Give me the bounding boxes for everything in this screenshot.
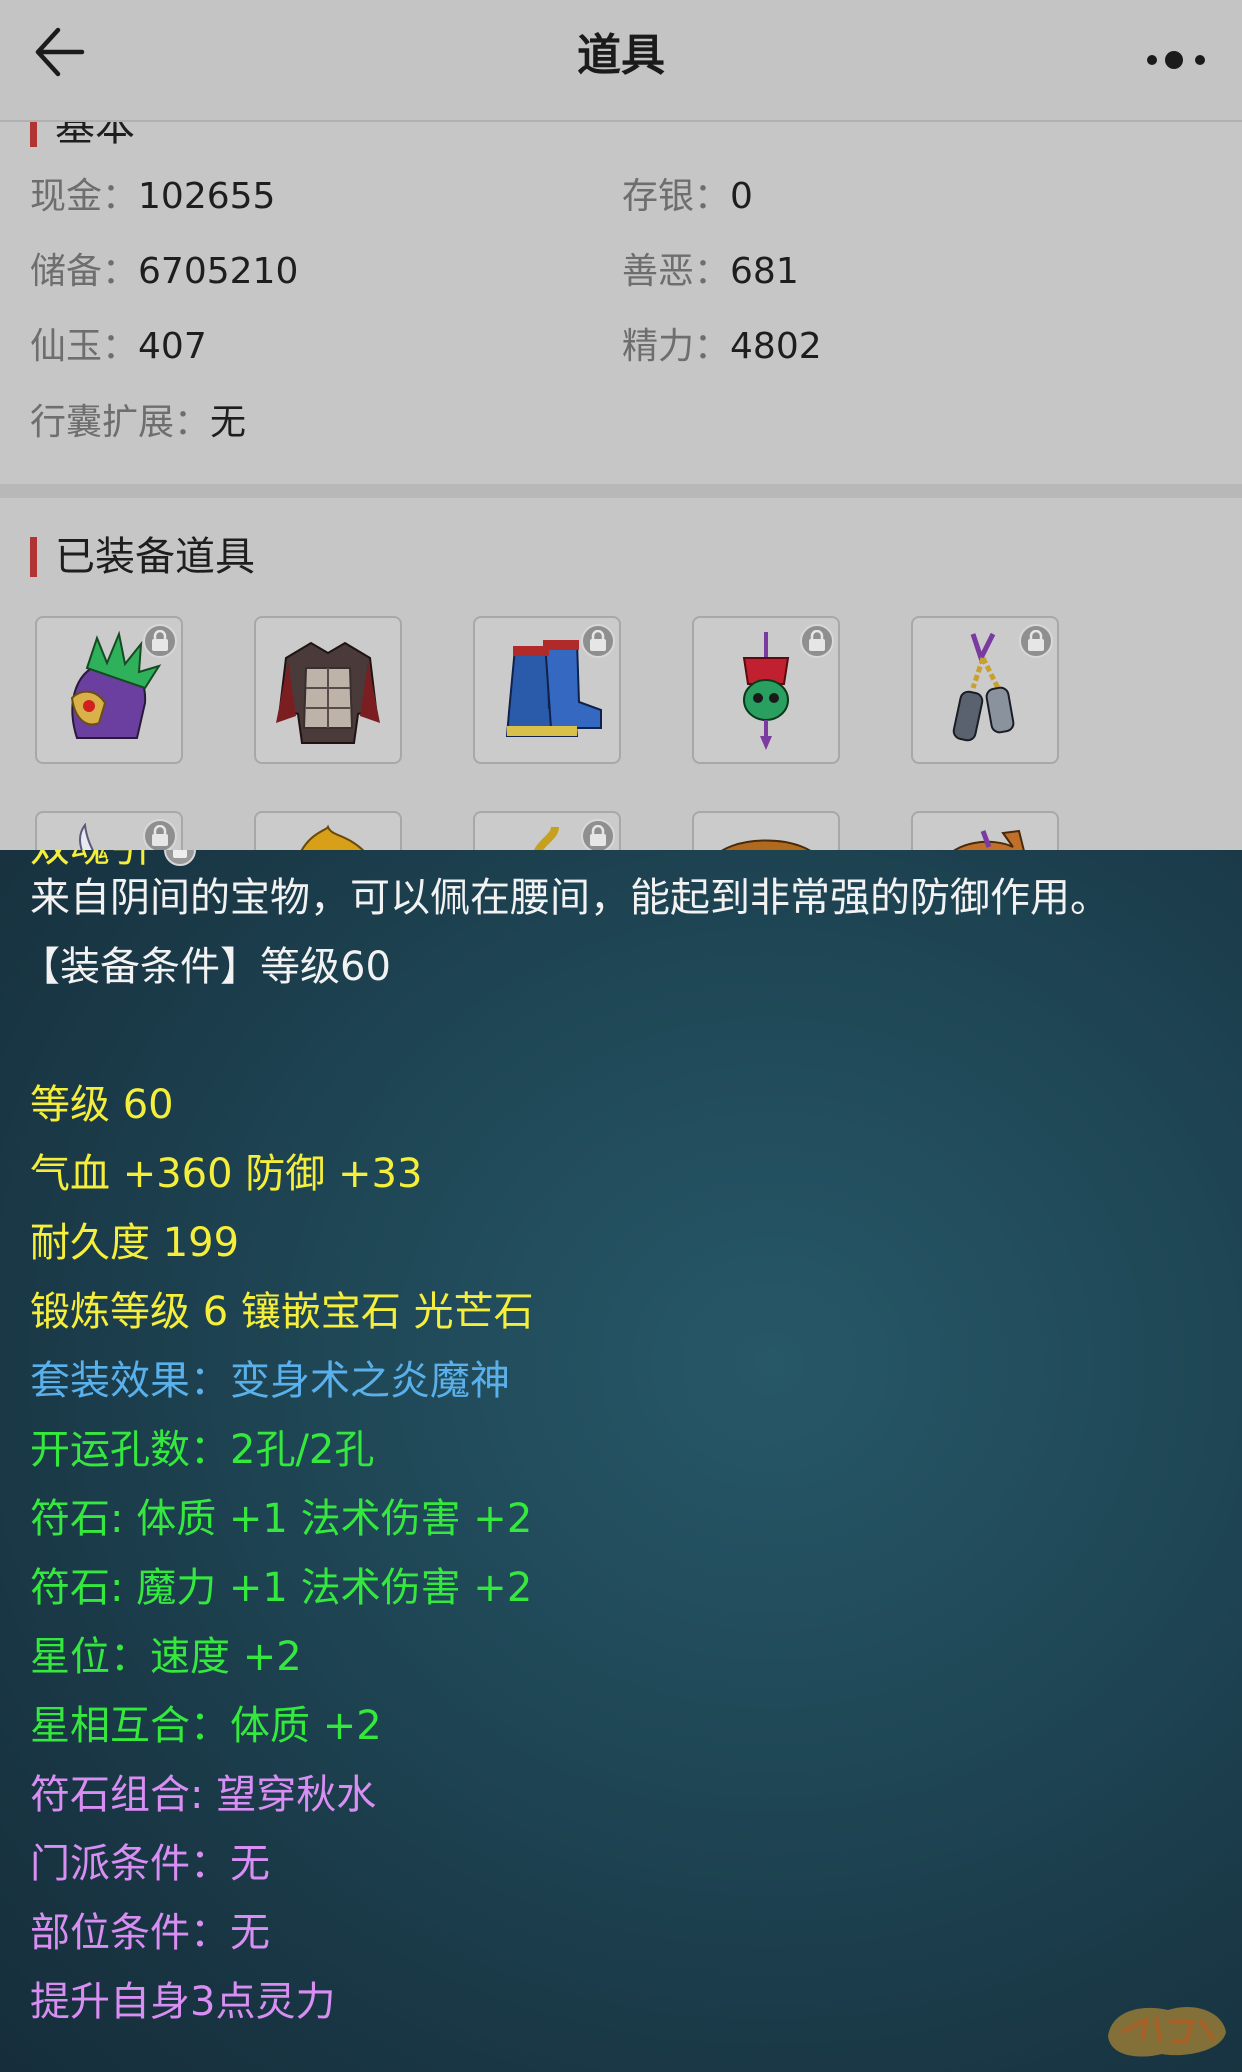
- item-rune-1: 符石: 体质 +1 法术伤害 +2: [30, 1496, 533, 1542]
- item-part-req: 部位条件：无: [30, 1910, 270, 1956]
- equip-slot-leaf[interactable]: [254, 811, 402, 850]
- field-jade: 仙玉：407: [30, 322, 207, 372]
- field-reserve: 储备：6705210: [30, 247, 298, 297]
- equipped-heading: 已装备道具: [30, 532, 255, 582]
- field-label: 现金：: [30, 176, 139, 217]
- equip-slot-armor[interactable]: [254, 616, 402, 764]
- top-nav-bar: 道具: [0, 0, 1242, 122]
- field-value: 681: [730, 251, 799, 292]
- field-value: 6705210: [138, 251, 299, 292]
- hat-icon: [721, 839, 811, 850]
- field-savings: 存银：0: [622, 172, 753, 222]
- forum-logo-watermark: [1108, 2006, 1226, 2057]
- lock-icon: [143, 819, 177, 850]
- field-cash: 现金：102655: [30, 172, 275, 222]
- equipped-items-section: 已装备道具: [0, 498, 1242, 850]
- item-tooltip-panel: 双魂引 来自阴间的宝物，可以佩在腰间，能起到非常强的防御作用。 【装备条件】等级…: [0, 850, 1242, 2072]
- item-school-req: 门派条件：无: [30, 1841, 270, 1887]
- section-divider: [0, 484, 1242, 498]
- field-value: 4802: [730, 326, 822, 367]
- equip-slot-bag[interactable]: [911, 811, 1059, 850]
- lock-icon: [581, 819, 615, 850]
- more-dots-icon: [1147, 51, 1205, 69]
- item-rune-combo: 符石组合: 望穿秋水: [30, 1772, 377, 1818]
- item-durability: 耐久度 199: [30, 1220, 240, 1266]
- equip-slot-serpent[interactable]: [473, 811, 621, 850]
- field-bag-expansion: 行囊扩展：无: [30, 398, 246, 448]
- field-value: 无: [210, 402, 247, 443]
- field-label: 行囊扩展：: [30, 402, 211, 443]
- item-forge: 锻炼等级 6 镶嵌宝石 光芒石: [30, 1289, 534, 1335]
- field-label: 善恶：: [622, 251, 731, 292]
- field-label: 存银：: [622, 176, 731, 217]
- lock-icon: [581, 624, 615, 658]
- lock-icon: [800, 624, 834, 658]
- basic-heading-label: 基本: [55, 122, 135, 150]
- item-star-match: 星相互合：体质 +2: [30, 1703, 382, 1749]
- basic-heading: 基本: [30, 122, 135, 152]
- equip-slot-helmet[interactable]: [35, 616, 183, 764]
- item-description: 来自阴间的宝物，可以佩在腰间，能起到非常强的防御作用。: [30, 875, 1110, 921]
- item-set-effect: 套装效果：变身术之炎魔神: [30, 1358, 510, 1404]
- item-star: 星位：速度 +2: [30, 1634, 302, 1680]
- item-slots: 开运孔数：2孔/2孔: [30, 1427, 375, 1473]
- equip-slot-skull-pendant[interactable]: [692, 616, 840, 764]
- field-value: 407: [138, 326, 207, 367]
- equip-slot-boots[interactable]: [473, 616, 621, 764]
- leaf-icon: [300, 824, 365, 850]
- field-label: 储备：: [30, 251, 139, 292]
- field-karma: 善恶：681: [622, 247, 799, 297]
- field-value: 102655: [138, 176, 276, 217]
- field-label: 精力：: [622, 326, 731, 367]
- more-button[interactable]: [1142, 42, 1212, 78]
- equipped-heading-label: 已装备道具: [55, 534, 255, 580]
- armor-icon: [276, 641, 380, 744]
- lock-icon: [163, 850, 196, 866]
- heading-accent-bar: [30, 537, 37, 577]
- equip-slot-hat[interactable]: [692, 811, 840, 850]
- item-level: 等级 60: [30, 1082, 174, 1128]
- heading-accent-bar: [30, 122, 37, 147]
- equip-slot-double-charm[interactable]: [911, 616, 1059, 764]
- lock-icon: [1019, 624, 1053, 658]
- field-energy: 精力：4802: [622, 322, 822, 372]
- bag-icon: [953, 829, 1025, 850]
- field-value: 0: [730, 176, 753, 217]
- equip-slot-blade[interactable]: [35, 811, 183, 850]
- field-label: 仙玉：: [30, 326, 139, 367]
- page-title: 道具: [577, 30, 665, 81]
- basic-info-section: 基本 现金：102655 存银：0 储备：6705210 善恶：681 仙玉：4…: [0, 122, 1242, 484]
- item-bonus: 提升自身3点灵力: [30, 1979, 336, 2025]
- item-name-text: 双魂引: [30, 850, 150, 871]
- lock-icon: [143, 624, 177, 658]
- item-rune-2: 符石: 魔力 +1 法术伤害 +2: [30, 1565, 533, 1611]
- item-stats: 气血 +360 防御 +33: [30, 1151, 423, 1197]
- item-requirement: 【装备条件】等级60: [20, 944, 391, 990]
